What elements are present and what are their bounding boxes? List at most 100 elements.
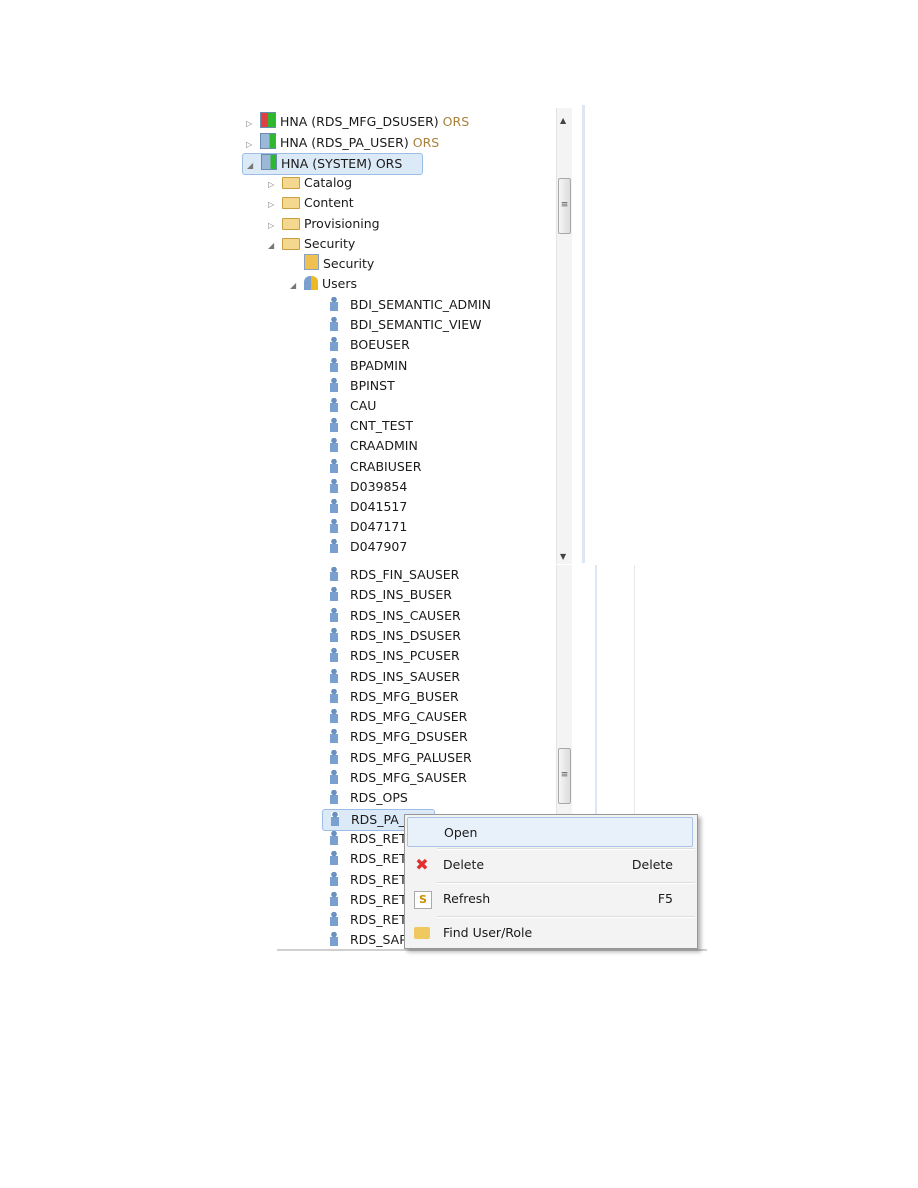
user-list-item[interactable]: D047171 (326, 517, 407, 537)
user-list-item[interactable]: RDS_INS_SAUSER (326, 667, 460, 687)
system-icon (260, 132, 276, 149)
tree-connection[interactable]: ▷ HNA (RDS_MFG_DSUSER) ORS (246, 112, 469, 132)
tree-item-label: BOEUSER (350, 337, 410, 353)
tree-connection[interactable]: ◢ HNA (SYSTEM) ORS (242, 153, 424, 176)
folder-icon (282, 217, 300, 230)
user-list-item[interactable]: CAU (326, 396, 376, 416)
menu-label: Refresh (443, 891, 491, 906)
user-list-item[interactable]: RDS_MFG_BUSER (326, 687, 459, 707)
user-icon (330, 770, 338, 784)
tree-item-label: D039854 (350, 478, 408, 494)
expand-arrow-icon[interactable]: ▷ (268, 175, 278, 195)
expand-arrow-icon[interactable]: ▷ (268, 216, 278, 236)
tree-item-label: HNA (RDS_PA_USER) (280, 134, 409, 150)
user-list-item[interactable]: CRABIUSER (326, 457, 421, 477)
user-icon (330, 891, 338, 906)
menu-item-delete[interactable]: ✖ Delete Delete (407, 850, 693, 880)
user-icon (330, 377, 338, 392)
user-icon (330, 668, 338, 683)
scroll-up-icon[interactable]: ▲ (560, 116, 566, 125)
collapse-arrow-icon[interactable]: ◢ (290, 276, 300, 296)
user-list-item[interactable]: CRAADMIN (326, 436, 418, 456)
tree-folder[interactable]: ▷ Catalog (268, 173, 352, 193)
tree-item-label: RDS_MFG_DSUSER (350, 729, 468, 745)
user-icon (330, 871, 338, 886)
collapse-arrow-icon[interactable]: ◢ (247, 156, 257, 176)
user-icon (330, 851, 338, 866)
tree-item-label: Users (322, 276, 358, 291)
menu-item-refresh[interactable]: S Refresh F5 (407, 884, 693, 914)
user-icon (330, 357, 338, 372)
tree-item-label: RDS_OPS (350, 790, 408, 806)
tree-connection[interactable]: ▷ HNA (RDS_PA_USER) ORS (246, 132, 440, 155)
user-icon (330, 912, 338, 927)
user-icon (330, 688, 338, 703)
tree-item-label: D047907 (350, 539, 408, 555)
user-list-item[interactable]: CNT_TEST (326, 416, 413, 436)
user-icon (330, 499, 338, 513)
divider-line (277, 949, 707, 951)
user-icon (330, 297, 338, 311)
user-list-item[interactable]: RDS_INS_BUSER (326, 585, 452, 605)
user-list-item[interactable]: D039854 (326, 477, 407, 497)
user-list-item[interactable]: BOEUSER (326, 335, 410, 355)
divider-line (582, 105, 585, 563)
collapse-arrow-icon[interactable]: ◢ (268, 236, 278, 256)
user-list-item[interactable]: RDS_INS_PCUSER (326, 646, 460, 666)
user-list-item[interactable]: RDS_RET_ (326, 829, 413, 849)
menu-item-find-user-role[interactable]: Find User/Role (407, 918, 693, 948)
user-list-item[interactable]: RDS_FIN_SAUSER (326, 565, 459, 585)
divider-line (634, 565, 635, 815)
scroll-thumb[interactable]: ≡ (558, 748, 571, 804)
user-icon (330, 478, 338, 493)
tree-item-label: BDI_SEMANTIC_ADMIN (350, 297, 491, 312)
tree-item-label: CAU (350, 398, 377, 413)
user-list-item[interactable]: BDI_SEMANTIC_VIEW (326, 315, 481, 335)
menu-shortcut: Delete (631, 857, 673, 872)
tree-folder[interactable]: ◢ Security (268, 234, 355, 254)
folder-icon (282, 237, 300, 250)
tree-folder[interactable]: ▷ Content (268, 193, 354, 213)
tree-item-label: RDS_MFG_SAUSER (350, 770, 467, 785)
tree-folder[interactable]: ▷ Provisioning (268, 214, 380, 234)
connection-suffix: ORS (412, 134, 440, 150)
expand-arrow-icon[interactable]: ▷ (268, 195, 278, 215)
menu-shortcut: F5 (657, 891, 673, 906)
tree-item-label: CNT_TEST (350, 418, 414, 434)
scrollbar-bottom[interactable]: ≡ (556, 565, 572, 815)
scroll-thumb[interactable]: ≡ (558, 178, 571, 234)
tree-item-label: RDS_INS_BUSER (350, 587, 452, 603)
menu-item-open[interactable]: Open (407, 817, 693, 847)
user-list-item[interactable]: RDS_RET_ (326, 910, 413, 930)
user-list-item[interactable]: RDS_RET_ (326, 849, 413, 869)
tree-item-label: RDS_INS_SAUSER (350, 668, 461, 684)
user-list-item[interactable]: RDS_INS_CAUSER (326, 606, 461, 626)
user-list-item[interactable]: BDI_SEMANTIC_ADMIN (326, 295, 491, 315)
user-list-item[interactable]: RDS_MFG_PALUSER (326, 748, 472, 768)
user-list-item[interactable]: RDS_INS_DSUSER (326, 626, 461, 646)
user-list-item[interactable]: RDS_RET_ (326, 890, 413, 910)
user-list-item[interactable]: RDS_RET_ (326, 870, 413, 890)
expand-arrow-icon[interactable]: ▷ (246, 114, 256, 134)
scroll-down-icon[interactable]: ▼ (560, 552, 566, 561)
menu-label: Delete (443, 857, 485, 872)
user-list-item[interactable]: RDS_SAP (326, 930, 407, 950)
tree-item-users[interactable]: ◢ Users (290, 274, 357, 294)
tree-item-label: Security (304, 235, 356, 251)
user-list-item[interactable]: RDS_MFG_CAUSER (326, 707, 467, 727)
user-list-item[interactable]: RDS_MFG_DSUSER (326, 727, 468, 747)
user-list-item[interactable]: D041517 (326, 497, 407, 517)
scrollbar-top[interactable]: ▲ ≡ ▼ (556, 108, 572, 564)
user-list-item[interactable]: BPADMIN (326, 356, 407, 376)
user-icon (331, 811, 339, 826)
tree-item-label: RDS_MFG_CAUSER (350, 709, 468, 725)
users-group-icon (304, 276, 318, 290)
tree-item-security[interactable]: Security (304, 254, 374, 274)
system-error-icon (260, 112, 276, 128)
user-list-item[interactable]: RDS_OPS (326, 788, 408, 808)
expand-arrow-icon[interactable]: ▷ (246, 135, 256, 155)
user-list-item[interactable]: BPINST (326, 376, 395, 396)
tree-item-label: BDI_SEMANTIC_VIEW (350, 317, 482, 333)
user-list-item[interactable]: RDS_MFG_SAUSER (326, 768, 467, 788)
user-list-item[interactable]: D047907 (326, 537, 407, 557)
